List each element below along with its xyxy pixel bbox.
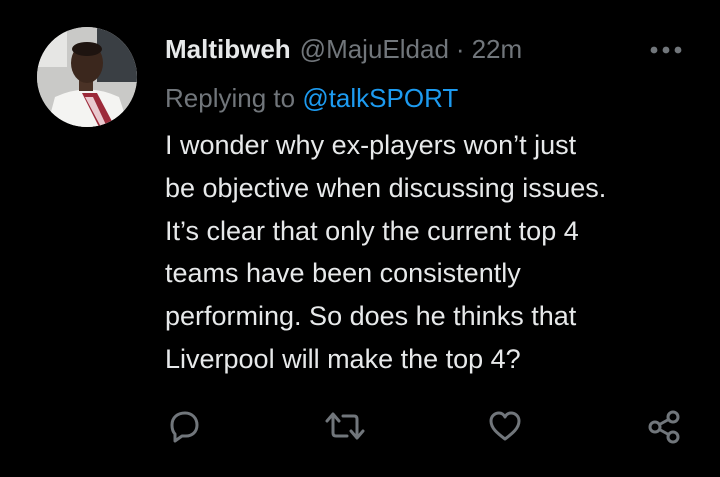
tweet-header: Maltibweh @MajuEldad · 22m bbox=[165, 30, 522, 68]
replying-to-mention[interactable]: @talkSPORT bbox=[302, 83, 458, 113]
tweet-text-line: teams have been consistently bbox=[165, 258, 521, 289]
avatar-image bbox=[37, 27, 137, 127]
share-button[interactable] bbox=[642, 404, 686, 448]
reply-button[interactable] bbox=[162, 404, 206, 448]
tweet-text-line: Liverpool will make the top 4? bbox=[165, 343, 521, 374]
tweet: Maltibweh @MajuEldad · 22m Replying to @… bbox=[0, 0, 720, 477]
tweet-text-line: be objective when discussing issues. bbox=[165, 172, 607, 203]
like-button[interactable] bbox=[483, 404, 527, 448]
retweet-icon bbox=[325, 412, 365, 440]
share-icon bbox=[648, 410, 680, 444]
more-horizontal-icon bbox=[650, 46, 682, 54]
tweet-text: I wonder why ex-players won’t just be ob… bbox=[165, 124, 685, 381]
retweet-button[interactable] bbox=[323, 404, 367, 448]
reply-icon bbox=[170, 411, 199, 443]
tweet-time[interactable]: 22m bbox=[472, 30, 523, 68]
replying-to-label: Replying to bbox=[165, 83, 296, 113]
tweet-actions bbox=[0, 398, 720, 458]
more-options-button[interactable] bbox=[646, 38, 686, 62]
separator-dot: · bbox=[455, 34, 465, 64]
avatar[interactable] bbox=[37, 27, 137, 127]
tweet-text-line: I wonder why ex-players won’t just bbox=[165, 130, 577, 160]
tweet-text-line: It’s clear that only the current top 4 bbox=[165, 215, 579, 246]
tweet-text-line: performing. So does he thinks that bbox=[165, 301, 577, 332]
user-handle[interactable]: @MajuEldad bbox=[300, 30, 449, 68]
heart-icon bbox=[489, 411, 521, 441]
replying-to: Replying to @talkSPORT bbox=[165, 80, 458, 116]
display-name[interactable]: Maltibweh bbox=[165, 30, 291, 68]
